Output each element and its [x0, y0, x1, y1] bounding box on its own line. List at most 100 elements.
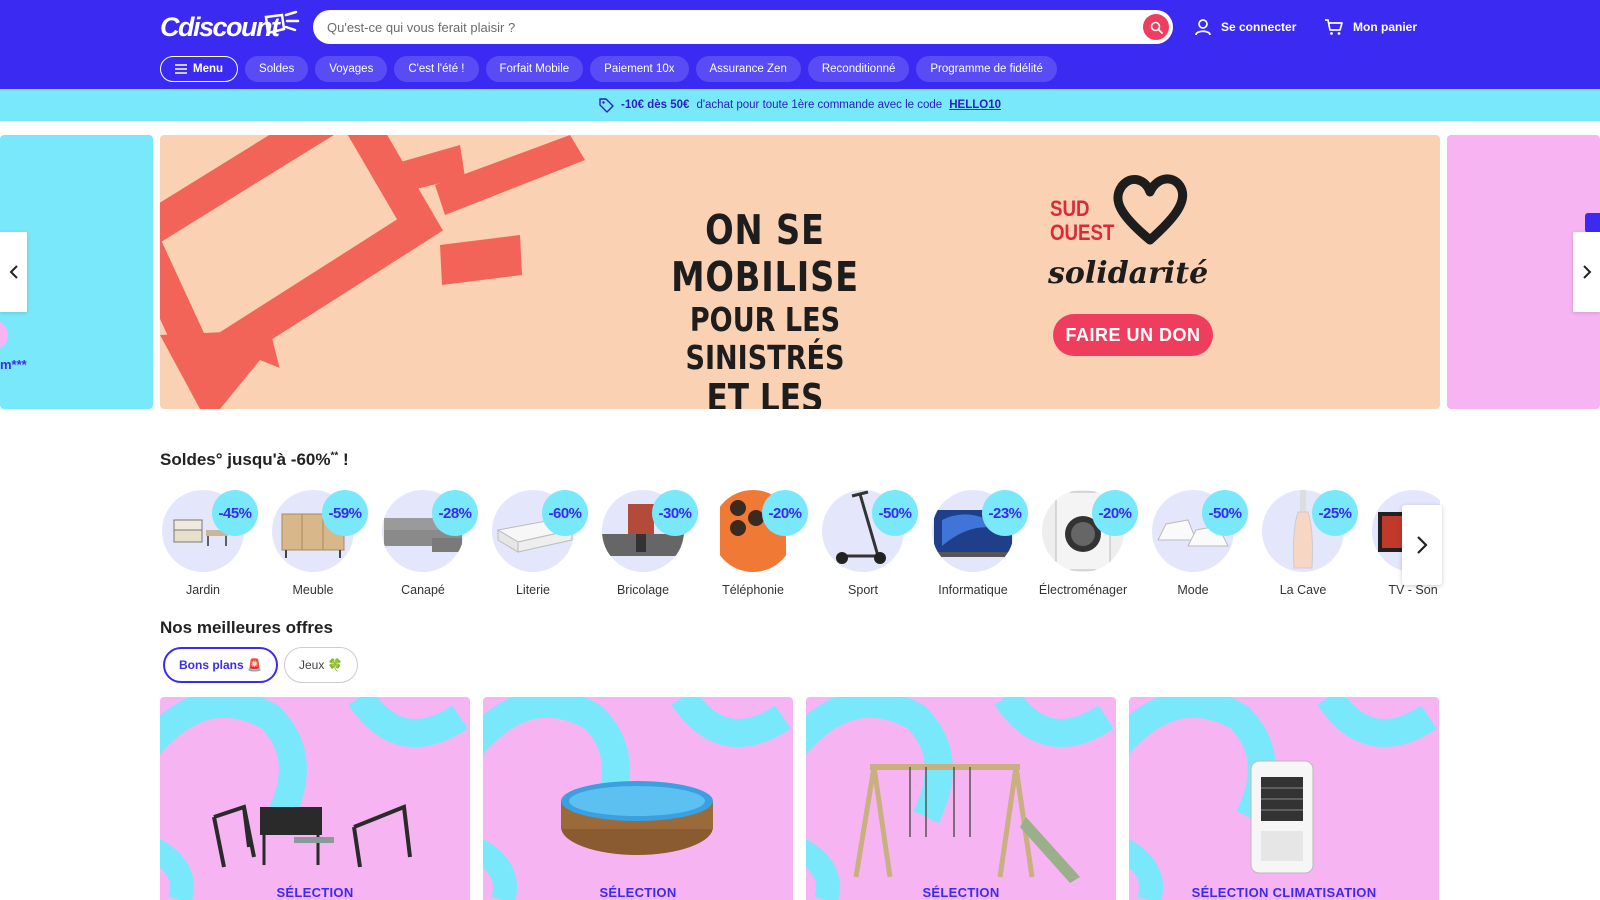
search-icon: [1150, 21, 1163, 34]
discount-badge: -25%: [1312, 490, 1358, 536]
search-button[interactable]: [1143, 14, 1169, 40]
nav-item-soldes[interactable]: Soldes: [245, 56, 309, 82]
nav-item-voyages[interactable]: Voyages: [315, 56, 388, 82]
category-label: Sport: [848, 583, 878, 597]
chevron-right-icon: [1417, 536, 1428, 554]
nav-item-forfait-mobile[interactable]: Forfait Mobile: [485, 56, 584, 82]
solidarite-text: solidarité: [1048, 256, 1209, 291]
banner-line-2: POUR LES SINISTRÉS: [685, 300, 845, 378]
card-title: SÉLECTION: [599, 885, 677, 900]
category-sport[interactable]: -50% Sport: [820, 490, 930, 598]
soldes-title-main: Soldes° jusqu'à -60%: [160, 450, 331, 469]
banner-line-1: ON SE MOBILISE: [671, 206, 859, 302]
category-bricolage[interactable]: -30% Bricolage: [600, 490, 710, 598]
category-label: Canapé: [401, 583, 445, 597]
category-literie[interactable]: -60% Literie: [490, 490, 600, 598]
discount-badge: -20%: [1092, 490, 1138, 536]
category-la-cave[interactable]: -25% La Cave: [1260, 490, 1370, 598]
tab-jeux[interactable]: Jeux 🍀: [284, 647, 358, 683]
card-title: SÉLECTION CLIMATISATION: [1191, 885, 1377, 900]
carousel-next-button[interactable]: [1573, 232, 1600, 312]
category-canape[interactable]: -28% Canapé: [380, 490, 490, 598]
category-label: Jardin: [185, 583, 221, 597]
category-carousel: -45% Jardin -59% Meuble -28% Canapé -60%…: [160, 490, 1440, 598]
cdiscount-logo[interactable]: Cdiscount: [160, 9, 300, 43]
user-icon: [1195, 19, 1211, 36]
login-link[interactable]: Se connecter: [1194, 14, 1296, 40]
soldes-title-end: !: [338, 450, 349, 469]
promo-code[interactable]: HELLO10: [949, 99, 1001, 111]
category-telephonie[interactable]: -20% Téléphonie: [710, 490, 820, 598]
tag-icon: [599, 97, 614, 113]
heart-icon: [1113, 174, 1188, 245]
category-mode[interactable]: -50% Mode: [1150, 490, 1260, 598]
offers-title: Nos meilleures offres: [160, 618, 333, 637]
offer-card[interactable]: SÉLECTION: [483, 697, 793, 900]
category-label: Électroménager: [1038, 583, 1128, 597]
discount-badge: -23%: [982, 490, 1028, 536]
sud-ouest-logo: SUD OUEST solidarité: [1040, 170, 1210, 291]
offer-card[interactable]: SÉLECTION: [806, 697, 1116, 900]
nav-item-fidelite[interactable]: Programme de fidélité: [916, 56, 1057, 82]
category-label: TV - Son: [1388, 583, 1438, 597]
discount-badge: -50%: [1202, 490, 1248, 536]
promo-discount: -10€ dès 50€: [621, 99, 690, 111]
menu-label: Menu: [193, 63, 224, 75]
category-label: Téléphonie: [722, 583, 784, 597]
category-label: Literie: [515, 583, 551, 597]
category-jardin[interactable]: -45% Jardin: [160, 490, 270, 598]
carousel-prev-button[interactable]: [0, 232, 27, 312]
offer-card[interactable]: SÉLECTION: [160, 697, 470, 900]
category-label: Mode: [1177, 583, 1209, 597]
category-informatique[interactable]: -23% Informatique: [930, 490, 1040, 598]
hamburger-icon: [175, 64, 187, 74]
promo-text: d'achat pour toute 1ère commande avec le…: [696, 99, 943, 111]
discount-badge: -28%: [432, 490, 478, 536]
category-electromenager[interactable]: -20% Électroménager: [1039, 490, 1150, 598]
banner-graphic: [160, 135, 585, 409]
site-header: Cdiscount Se connecter Mon panier Menu S…: [0, 0, 1600, 89]
nav-item-ete[interactable]: C'est l'été !: [394, 56, 479, 82]
logo-text: Cdiscount: [160, 12, 281, 42]
cart-icon: [1325, 19, 1343, 35]
category-next-button[interactable]: [1402, 505, 1442, 585]
category-label: Meuble: [292, 583, 334, 597]
discount-badge: -59%: [322, 490, 368, 536]
nav-item-reconditionne[interactable]: Reconditionné: [807, 56, 910, 82]
hero-banner[interactable]: ON SE MOBILISE POUR LES SINISTRÉS ET LES…: [160, 135, 1440, 409]
garden-furniture-image: [212, 804, 412, 868]
pool-image: [561, 781, 713, 855]
banner-headline: ON SE MOBILISE POUR LES SINISTRÉS ET LES…: [600, 206, 930, 409]
category-label: La Cave: [1279, 583, 1327, 597]
card-title: SÉLECTION: [922, 885, 1000, 900]
chevron-right-icon: [1582, 265, 1591, 279]
nav-item-paiement[interactable]: Paiement 10x: [590, 56, 689, 82]
discount-badge: -50%: [872, 490, 918, 536]
category-label: Informatique: [938, 583, 1008, 597]
soldes-title: Soldes° jusqu'à -60%** !: [160, 450, 349, 470]
donate-button[interactable]: FAIRE UN DON: [1053, 314, 1213, 356]
discount-badge: -60%: [542, 490, 588, 536]
main-nav: Menu Soldes Voyages C'est l'été ! Forfai…: [160, 56, 1057, 82]
cart-label: Mon panier: [1353, 20, 1418, 34]
tab-bons-plans[interactable]: Bons plans 🚨: [163, 647, 278, 683]
siren-icon: 🚨: [247, 658, 262, 672]
tab-label: Bons plans: [179, 658, 244, 672]
login-label: Se connecter: [1221, 20, 1297, 34]
category-meuble[interactable]: -59% Meuble: [270, 490, 380, 598]
cart-link[interactable]: Mon panier: [1324, 14, 1417, 40]
tab-label: Jeux: [299, 658, 325, 672]
offer-card[interactable]: SÉLECTION CLIMATISATION: [1129, 697, 1439, 900]
menu-button[interactable]: Menu: [160, 56, 239, 82]
discount-badge: -30%: [652, 490, 698, 536]
nav-item-assurance[interactable]: Assurance Zen: [695, 56, 801, 82]
banner-line-3: ET LES POMPIERS: [706, 376, 824, 409]
discount-badge: -20%: [762, 490, 808, 536]
promo-bar: -10€ dès 50€ d'achat pour toute 1ère com…: [0, 89, 1600, 121]
sud-text: SUD: [1050, 196, 1090, 221]
search-input[interactable]: [313, 10, 1173, 44]
category-label: Bricolage: [616, 583, 670, 597]
chevron-left-icon: [9, 265, 18, 279]
swing-set-image: [853, 764, 1080, 883]
ouest-text: OUEST: [1050, 220, 1115, 245]
